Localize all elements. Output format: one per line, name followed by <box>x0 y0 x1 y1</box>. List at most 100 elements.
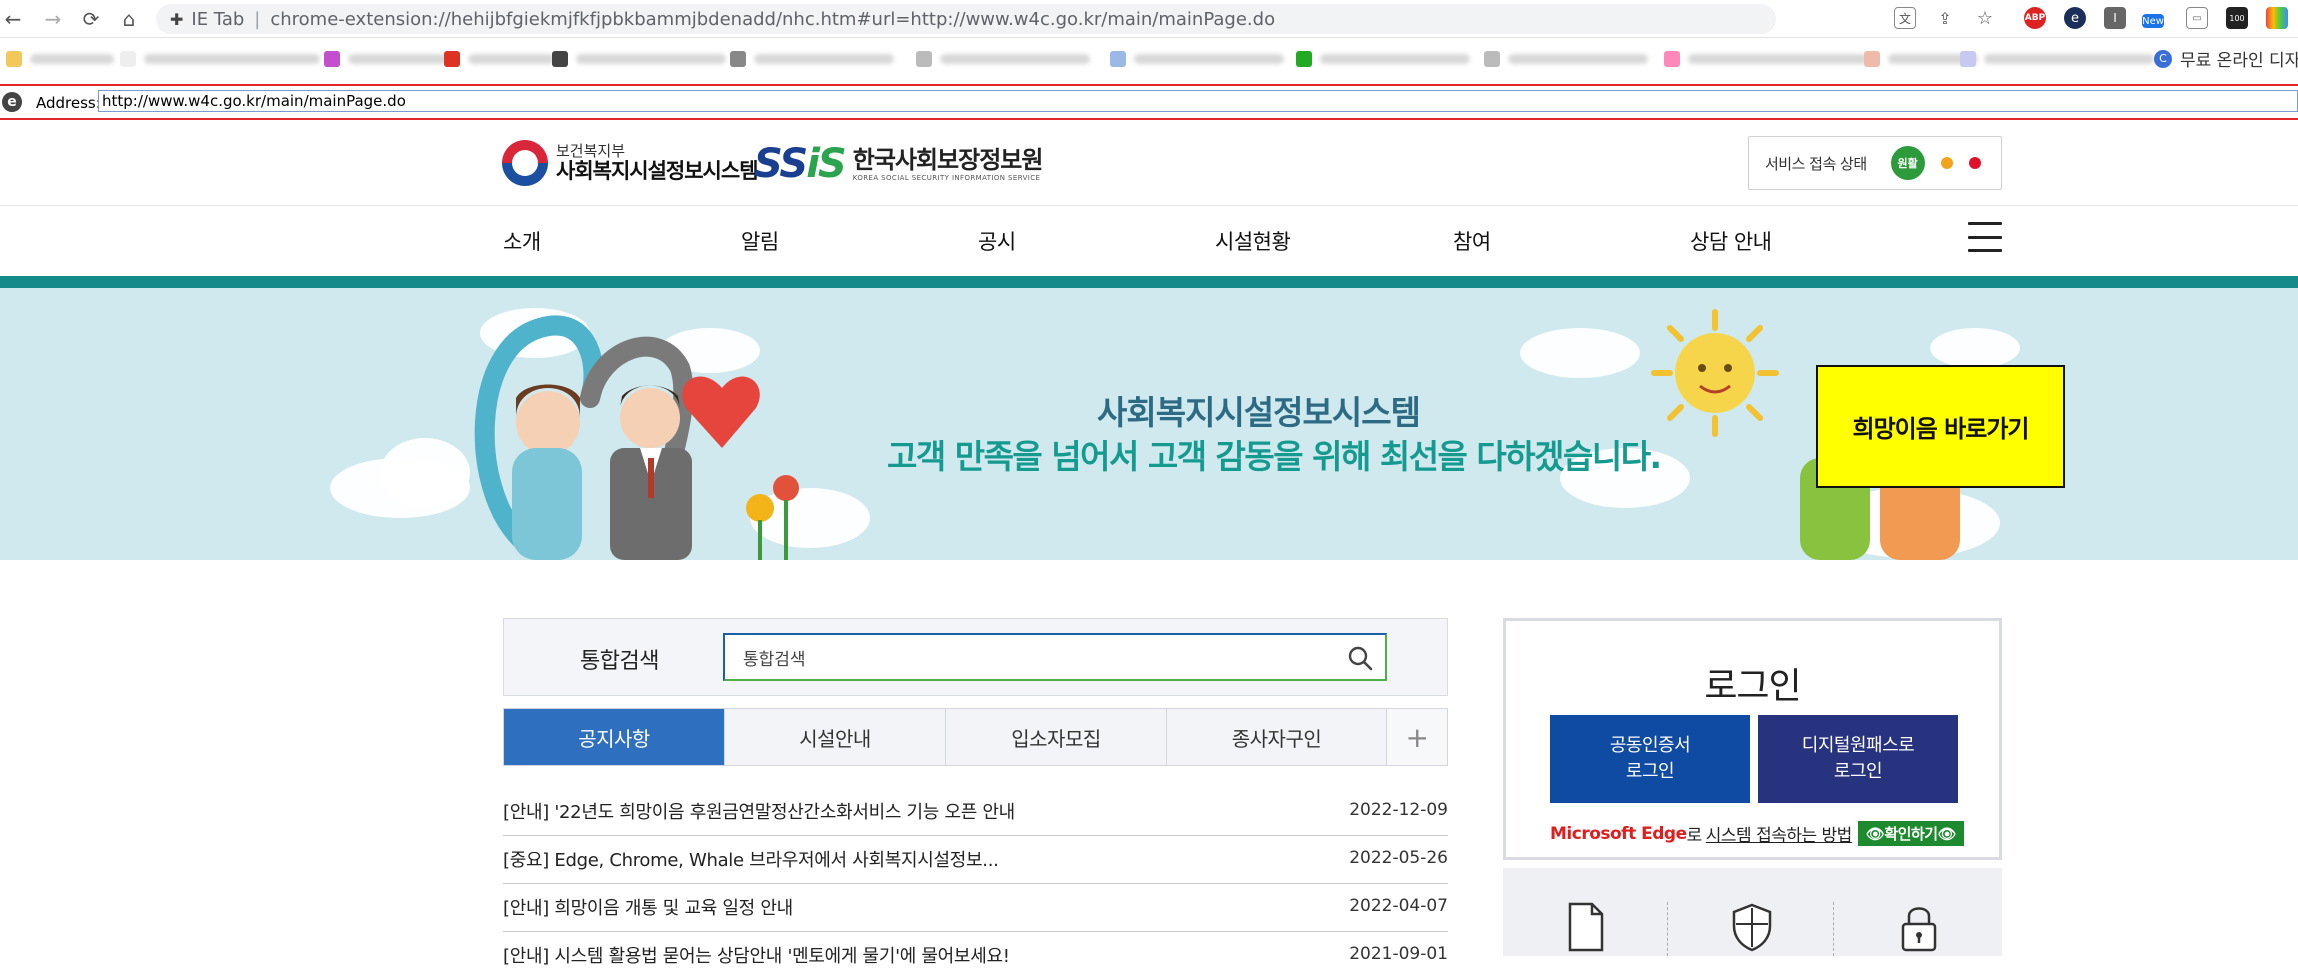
omnibox[interactable]: ✚ IE Tab | chrome-extension://hehijbfgie… <box>156 4 1776 34</box>
bookmark-item[interactable] <box>1960 49 2154 69</box>
nav-item-intro[interactable]: 소개 <box>503 226 541 256</box>
lock-icon[interactable] <box>1897 902 1941 952</box>
nav-item-facility-status[interactable]: 시설현황 <box>1215 226 1291 256</box>
bookmark-item[interactable] <box>1110 49 1284 69</box>
i-icon[interactable]: I <box>2104 7 2126 29</box>
notice-title[interactable]: [안내] '22년도 희망이음 후원금연말정산간소화서비스 기능 오픈 안내 <box>503 798 1015 824</box>
share-icon[interactable]: ⇪ <box>1934 7 1956 29</box>
bookmark-item[interactable] <box>444 49 554 69</box>
tab-staff-recruit[interactable]: 종사자구인 <box>1167 709 1387 765</box>
bookmark-item[interactable] <box>916 49 1090 69</box>
login-panel: 로그인 공동인증서 로그인 디지털원패스로 로그인 Microsoft Edge 로… <box>1503 618 2002 860</box>
bookmark-item[interactable] <box>6 49 114 69</box>
tab-facility-info[interactable]: 시설안내 <box>725 709 946 765</box>
notice-item[interactable]: [중요] Edge, Chrome, Whale 브라우저에서 사회복지시설정보… <box>503 836 1448 884</box>
banner-title: 사회복지시설정보시스템 <box>1097 393 1421 432</box>
bookmark-item-design[interactable]: C 무료 온라인 디자 <box>2154 46 2298 71</box>
tab-resident-recruit[interactable]: 입소자모집 <box>946 709 1167 765</box>
bookmark-item[interactable] <box>730 49 894 69</box>
bookmark-item[interactable] <box>552 49 726 69</box>
bookmark-item[interactable] <box>324 49 448 69</box>
ssis-korean-name: 한국사회보장정보원 <box>852 146 1044 174</box>
edge-access-guide: Microsoft Edge 로 시스템 접속하는 방법 👁확인하기👁 <box>1550 821 1965 846</box>
howto-link[interactable]: 시스템 접속하는 방법 <box>1706 821 1853 846</box>
shield-icon[interactable] <box>1730 902 1774 952</box>
home-button[interactable]: ⌂ <box>116 6 142 32</box>
bookmarks-bar <box>0 40 2298 76</box>
system-name: 사회복지시설정보시스템 <box>556 159 759 183</box>
search-field <box>723 633 1387 681</box>
bookmark-item[interactable] <box>1664 49 1868 69</box>
abp-icon[interactable]: ABP <box>2024 7 2046 29</box>
menu-icon[interactable] <box>1968 222 2002 252</box>
reload-button[interactable]: ⟳ <box>78 6 104 32</box>
service-status-label: 서비스 접속 상태 <box>1765 154 1867 173</box>
canva-icon: C <box>2154 49 2172 68</box>
notice-item[interactable]: [안내] 시스템 활용법 묻어는 상담안내 '멘토에게 물기'에 물어보세요! … <box>503 932 1448 980</box>
100-icon[interactable]: 100 <box>2226 7 2248 29</box>
integrated-search: 통합검색 <box>503 618 1448 696</box>
translate-icon[interactable]: 文 <box>1894 7 1916 29</box>
status-good-indicator: 원활 <box>1890 146 1925 180</box>
more-plus-icon[interactable]: + <box>1387 709 1447 765</box>
ssis-logo[interactable]: SSiS 한국사회보장정보원 KOREA SOCIAL SECURITY INF… <box>754 141 1044 187</box>
grid-icon[interactable] <box>2266 7 2288 29</box>
notice-list: [안내] '22년도 희망이음 후원금연말정산간소화서비스 기능 오픈 안내 2… <box>503 788 1448 980</box>
nav-item-disclosure[interactable]: 공시 <box>978 226 1016 256</box>
ssis-english-name: KOREA SOCIAL SECURITY INFORMATION SERVIC… <box>852 174 1041 182</box>
nav-accent-bar <box>0 276 2298 288</box>
quick-links <box>1503 868 2002 956</box>
board-tabs: 공지사항 시설안내 입소자모집 종사자구인 + <box>503 708 1448 766</box>
browser-toolbar: ← → ⟳ ⌂ ✚ IE Tab | chrome-extension://he… <box>0 0 2298 38</box>
separator: | <box>254 8 261 30</box>
bookmark-item[interactable] <box>1484 49 1648 69</box>
notice-title[interactable]: [안내] 시스템 활용법 묻어는 상담안내 '멘토에게 물기'에 물어보세요! <box>503 942 1010 968</box>
login-title: 로그인 <box>1704 666 1801 707</box>
mohw-logo[interactable]: 보건복지부 사회복지시설정보시스템 <box>502 140 759 186</box>
quick-divider <box>1667 902 1668 956</box>
bookmark-label: 무료 온라인 디자 <box>2180 51 2298 71</box>
nav-item-consulting[interactable]: 상담 안내 <box>1690 226 1772 256</box>
certificate-login-button[interactable]: 공동인증서 로그인 <box>1550 715 1750 803</box>
search-label: 통합검색 <box>580 649 659 674</box>
hope-shortcut-button[interactable]: 희망이음 바로가기 <box>1816 365 2065 488</box>
notice-title[interactable]: [중요] Edge, Chrome, Whale 브라우저에서 사회복지시설정보… <box>503 846 999 872</box>
banner-subtitle: 고객 만족을 넘어서 고객 감동을 위해 최선을 다하겠습니다. <box>887 437 1662 476</box>
notice-item[interactable]: [안내] 희망이음 개통 및 교육 일정 안내 2022-04-07 <box>503 884 1448 932</box>
notice-date: 2021-09-01 <box>1349 944 1448 964</box>
search-input[interactable] <box>743 635 1323 679</box>
sun-illustration <box>1651 309 1779 437</box>
document-icon[interactable] <box>1564 902 1608 952</box>
mohw-name: 보건복지부 <box>556 142 626 160</box>
notice-date: 2022-04-07 <box>1349 896 1448 916</box>
ssis-mark: SSiS <box>754 141 847 187</box>
tab-notices[interactable]: 공지사항 <box>504 709 725 765</box>
notice-item[interactable]: [안내] '22년도 희망이음 후원금연말정산간소화서비스 기능 오픈 안내 2… <box>503 788 1448 836</box>
digital-onepass-login-button[interactable]: 디지털원패스로 로그인 <box>1758 715 1958 803</box>
puzzle-icon: ✚ <box>170 9 184 29</box>
tab-name: IE Tab <box>191 8 245 30</box>
nav-item-participation[interactable]: 참여 <box>1453 226 1491 256</box>
edge-text: Microsoft Edge <box>1550 823 1687 844</box>
check-button[interactable]: 👁확인하기👁 <box>1857 821 1965 846</box>
bookmark-item[interactable] <box>1296 49 1470 69</box>
notice-date: 2022-12-09 <box>1349 800 1448 820</box>
nav-item-notice[interactable]: 알림 <box>741 226 779 256</box>
edge-like-icon[interactable]: e <box>2064 7 2086 29</box>
government-emblem-icon <box>502 140 548 186</box>
new-badge-icon[interactable]: New <box>2142 14 2164 28</box>
quick-divider <box>1833 902 1834 956</box>
couple-illustration <box>474 315 799 560</box>
forward-button[interactable]: → <box>40 6 66 32</box>
search-icon[interactable] <box>1347 645 1373 671</box>
bookmark-star-icon[interactable]: ☆ <box>1974 7 1996 29</box>
bookmark-item[interactable] <box>120 49 320 69</box>
ie-address-bar: e Address: http://www.w4c.go.kr/main/mai… <box>0 84 2298 120</box>
notice-title[interactable]: [안내] 희망이음 개통 및 교육 일정 안내 <box>503 894 793 920</box>
back-button[interactable]: ← <box>0 6 26 32</box>
ie-address-input[interactable]: http://www.w4c.go.kr/main/mainPage.do <box>98 90 2298 112</box>
service-status: 서비스 접속 상태 원활 <box>1748 136 2002 190</box>
main-navigation: 소개 알림 공시 시설현황 참여 상담 안내 <box>0 206 2298 276</box>
screen-icon[interactable]: ▭ <box>2186 7 2208 29</box>
status-mid-indicator <box>1940 157 1953 169</box>
